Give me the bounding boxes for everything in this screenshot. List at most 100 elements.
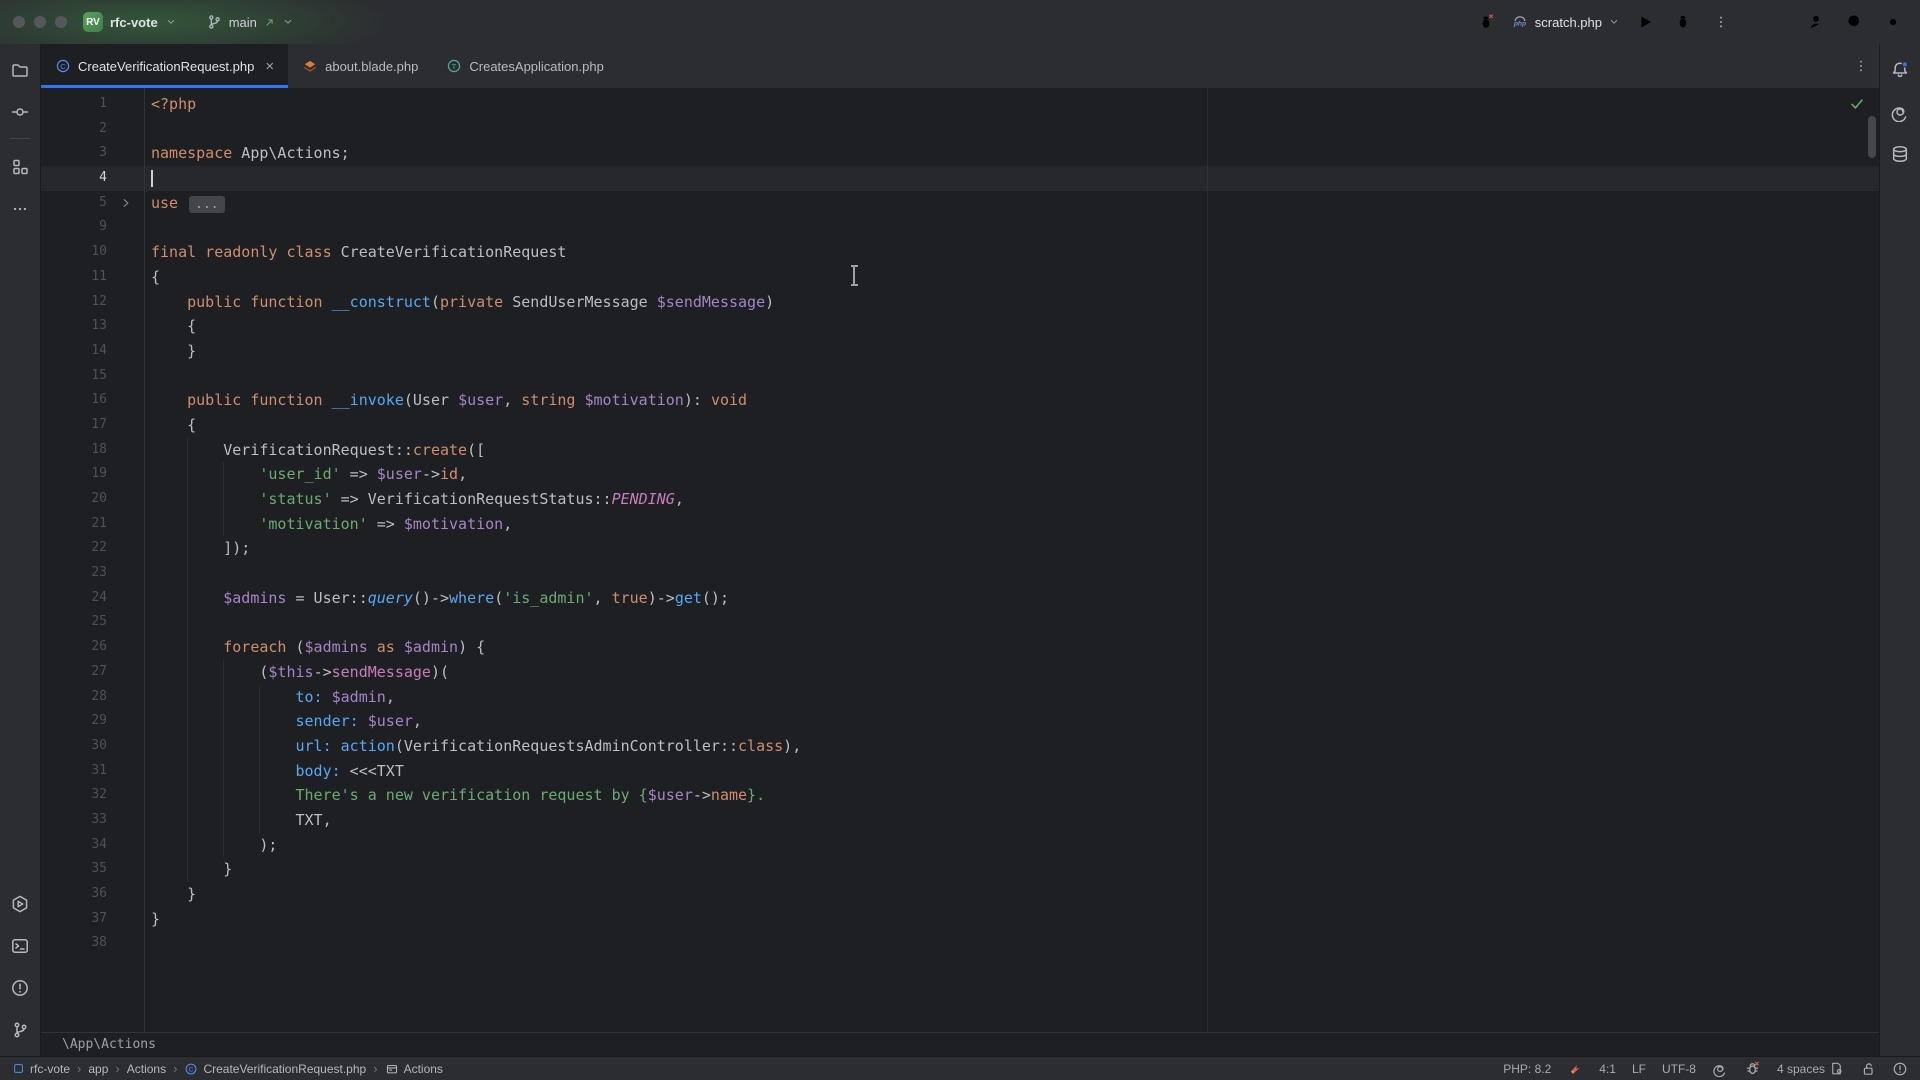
line-number[interactable]: 25 bbox=[41, 610, 107, 635]
code-line[interactable]: 30 url: action(VerificationRequestsAdmin… bbox=[41, 734, 1879, 759]
line-number[interactable]: 5 bbox=[41, 191, 107, 216]
code-line[interactable]: 29 sender: $user, bbox=[41, 709, 1879, 734]
tab-create-verification-request[interactable]: C CreateVerificationRequest.php × bbox=[41, 44, 288, 88]
line-number[interactable]: 20 bbox=[41, 487, 107, 512]
code-editor[interactable]: 1<?php23namespace App\Actions;45use ...9… bbox=[41, 88, 1879, 1032]
code-line[interactable]: 17 { bbox=[41, 413, 1879, 438]
breadcrumb-project[interactable]: rfc-vote bbox=[12, 1062, 70, 1076]
debug-listener-off-button[interactable] bbox=[1473, 9, 1499, 35]
caret-position-widget[interactable]: 4:1 bbox=[1599, 1062, 1616, 1076]
structure-tool-button[interactable] bbox=[4, 151, 36, 183]
php-version-widget[interactable]: PHP: 8.2 bbox=[1503, 1062, 1551, 1076]
code-line[interactable]: 13 { bbox=[41, 314, 1879, 339]
code-line[interactable]: 28 to: $admin, bbox=[41, 685, 1879, 710]
inspections-ok-check-icon[interactable] bbox=[1848, 95, 1866, 113]
problems-tool-button[interactable] bbox=[4, 972, 36, 1004]
database-tool-button[interactable] bbox=[1884, 138, 1916, 170]
minimize-button[interactable] bbox=[34, 16, 46, 28]
code-line[interactable]: 27 ($this->sendMessage)( bbox=[41, 660, 1879, 685]
unlocked-padlock-icon[interactable] bbox=[1860, 1061, 1876, 1077]
line-number[interactable]: 9 bbox=[41, 215, 107, 240]
code-line[interactable]: 23 bbox=[41, 561, 1879, 586]
line-number[interactable]: 32 bbox=[41, 783, 107, 808]
code-line[interactable]: 14 } bbox=[41, 339, 1879, 364]
line-separator-widget[interactable]: LF bbox=[1632, 1062, 1646, 1076]
spiral-at-icon[interactable] bbox=[1712, 1061, 1728, 1077]
code-line[interactable]: 16 public function __invoke(User $user, … bbox=[41, 388, 1879, 413]
breadcrumb-file[interactable]: C CreateVerificationRequest.php bbox=[184, 1062, 366, 1076]
folded-code-chip[interactable]: ... bbox=[189, 196, 224, 213]
code-line[interactable]: 19 'user_id' => $user->id, bbox=[41, 462, 1879, 487]
line-number[interactable]: 33 bbox=[41, 808, 107, 833]
breadcrumb-class[interactable]: Actions bbox=[385, 1062, 443, 1076]
breadcrumb-app[interactable]: app bbox=[88, 1062, 108, 1076]
line-number[interactable]: 12 bbox=[41, 290, 107, 315]
code-line[interactable]: 32 There's a new verification request by… bbox=[41, 783, 1879, 808]
code-line[interactable]: 38 bbox=[41, 931, 1879, 956]
line-number[interactable]: 18 bbox=[41, 438, 107, 463]
laravel-idea-icon[interactable] bbox=[1567, 1061, 1583, 1077]
run-configuration-select[interactable]: php scratch.php bbox=[1511, 13, 1620, 31]
code-line[interactable]: 24 $admins = User::query()->where('is_ad… bbox=[41, 586, 1879, 611]
line-number[interactable]: 21 bbox=[41, 512, 107, 537]
code-line[interactable]: 18 VerificationRequest::create([ bbox=[41, 438, 1879, 463]
terminal-tool-button[interactable] bbox=[4, 930, 36, 962]
line-number[interactable]: 30 bbox=[41, 734, 107, 759]
line-number[interactable]: 26 bbox=[41, 635, 107, 660]
code-line[interactable]: 22 ]); bbox=[41, 536, 1879, 561]
line-number[interactable]: 27 bbox=[41, 660, 107, 685]
settings-gear-button[interactable] bbox=[1880, 9, 1906, 35]
line-number[interactable]: 35 bbox=[41, 857, 107, 882]
line-number[interactable]: 28 bbox=[41, 685, 107, 710]
code-line[interactable]: 11{ bbox=[41, 265, 1879, 290]
indent-widget[interactable]: 4 spaces bbox=[1777, 1061, 1844, 1076]
notifications-button[interactable] bbox=[1884, 54, 1916, 86]
commit-tool-button[interactable] bbox=[4, 96, 36, 128]
line-number[interactable]: 2 bbox=[41, 117, 107, 142]
encoding-widget[interactable]: UTF-8 bbox=[1662, 1062, 1696, 1076]
code-line[interactable]: 20 'status' => VerificationRequestStatus… bbox=[41, 487, 1879, 512]
code-line[interactable]: 4 bbox=[41, 166, 1879, 191]
code-line[interactable]: 36 } bbox=[41, 882, 1879, 907]
line-number[interactable]: 10 bbox=[41, 240, 107, 265]
close-icon[interactable]: × bbox=[265, 59, 274, 74]
code-line[interactable]: 34 ); bbox=[41, 833, 1879, 858]
search-button[interactable] bbox=[1842, 9, 1868, 35]
debug-button[interactable] bbox=[1670, 9, 1696, 35]
code-line[interactable]: 5use ... bbox=[41, 191, 1879, 216]
code-line[interactable]: 1<?php bbox=[41, 92, 1879, 117]
line-number[interactable]: 14 bbox=[41, 339, 107, 364]
code-line[interactable]: 37} bbox=[41, 907, 1879, 932]
breadcrumb-actions[interactable]: Actions bbox=[127, 1062, 166, 1076]
line-number[interactable]: 22 bbox=[41, 536, 107, 561]
code-line[interactable]: 35 } bbox=[41, 857, 1879, 882]
line-number[interactable]: 36 bbox=[41, 882, 107, 907]
run-button[interactable] bbox=[1632, 9, 1658, 35]
zoom-button[interactable] bbox=[55, 16, 67, 28]
code-line[interactable]: 9 bbox=[41, 215, 1879, 240]
line-number[interactable]: 13 bbox=[41, 314, 107, 339]
line-number[interactable]: 17 bbox=[41, 413, 107, 438]
line-number[interactable]: 4 bbox=[41, 166, 107, 191]
editor-scrollbar[interactable] bbox=[1868, 116, 1876, 158]
add-user-button[interactable] bbox=[1804, 9, 1830, 35]
code-line[interactable]: 26 foreach ($admins as $admin) { bbox=[41, 635, 1879, 660]
fold-expand-icon[interactable] bbox=[107, 191, 144, 216]
line-number[interactable]: 11 bbox=[41, 265, 107, 290]
close-button[interactable] bbox=[13, 16, 25, 28]
line-number[interactable]: 23 bbox=[41, 561, 107, 586]
line-number[interactable]: 15 bbox=[41, 364, 107, 389]
circle-exclamation-icon[interactable] bbox=[1892, 1061, 1908, 1077]
more-tool-windows-button[interactable] bbox=[4, 193, 36, 225]
vcs-branch-widget[interactable]: main bbox=[205, 13, 294, 31]
line-number[interactable]: 31 bbox=[41, 759, 107, 784]
code-line[interactable]: 2 bbox=[41, 117, 1879, 142]
code-line[interactable]: 25 bbox=[41, 610, 1879, 635]
xdebug-off-icon[interactable] bbox=[1744, 1060, 1761, 1077]
code-line[interactable]: 3namespace App\Actions; bbox=[41, 141, 1879, 166]
tab-list-menu-button[interactable] bbox=[1843, 44, 1879, 88]
line-number[interactable]: 38 bbox=[41, 931, 107, 956]
code-line[interactable]: 21 'motivation' => $motivation, bbox=[41, 512, 1879, 537]
line-number[interactable]: 29 bbox=[41, 709, 107, 734]
services-tool-button[interactable] bbox=[4, 888, 36, 920]
